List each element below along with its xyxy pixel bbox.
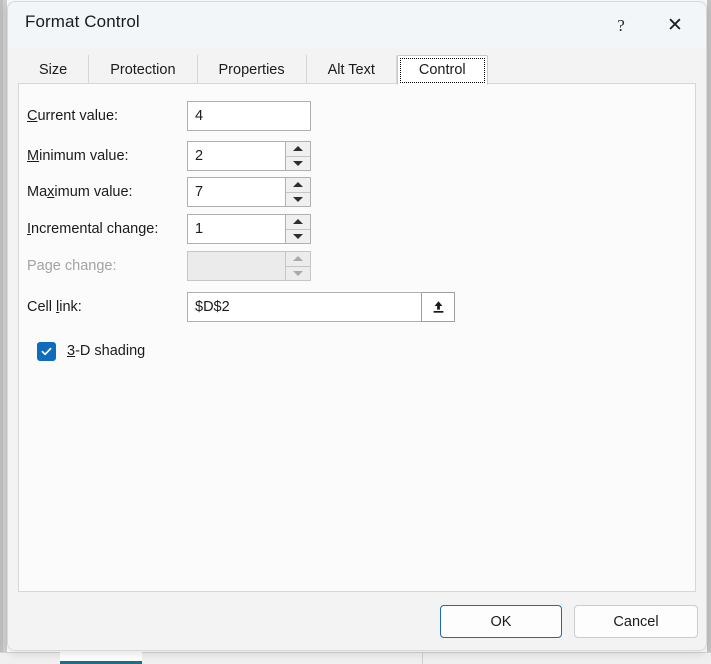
label-rest: -D shading: [75, 343, 146, 359]
input-value: 2: [195, 148, 204, 164]
spinner-up-button[interactable]: [286, 178, 310, 193]
input-current-value[interactable]: 4: [187, 101, 311, 131]
sheet-tab[interactable]: [142, 653, 213, 664]
accel-char: C: [27, 108, 38, 124]
chevron-down-icon: [293, 160, 303, 166]
spinner-down-button: [286, 267, 310, 281]
collapse-dialog-button[interactable]: [421, 292, 455, 322]
label-rest: imum value:: [54, 184, 133, 200]
input-cell-link[interactable]: $D$2: [187, 292, 455, 322]
tab-label: Alt Text: [327, 62, 375, 78]
input-page-change: [187, 251, 311, 281]
checkbox-box[interactable]: [37, 341, 56, 361]
label-incremental-change: Incremental change:: [27, 221, 187, 237]
control-tab-panel: Current value: 4 Minimum value: 2 Maximu…: [18, 83, 696, 592]
check-icon: [41, 347, 52, 355]
label-rest: ncremental change:: [31, 221, 159, 237]
sheet-tab[interactable]: [352, 653, 423, 664]
screen: Format Control ? ✕ Size Protection Prope…: [0, 0, 711, 664]
accel-char: M: [27, 148, 40, 164]
cancel-button[interactable]: Cancel: [574, 605, 698, 638]
tab-protection[interactable]: Protection: [89, 55, 198, 85]
chevron-up-icon: [293, 182, 303, 188]
worksheet-sheet-tab-bar: [0, 650, 711, 664]
label-pre: Ma: [27, 184, 48, 200]
chevron-down-icon: [293, 196, 303, 202]
tab-label: Properties: [218, 62, 285, 78]
row-minimum-value: Minimum value: 2: [27, 141, 311, 171]
row-incremental-change: Incremental change: 1: [27, 214, 311, 244]
label-rest: urrent value:: [37, 108, 119, 124]
chevron-down-icon: [293, 270, 303, 276]
spinner-maximum-value: [285, 177, 311, 207]
worksheet-right-edge: [707, 0, 711, 664]
input-maximum-value[interactable]: 7: [187, 177, 311, 207]
sheet-tab[interactable]: [282, 653, 353, 664]
label-minimum-value: Minimum value:: [27, 148, 187, 164]
help-button[interactable]: ?: [598, 2, 644, 48]
input-value: 4: [195, 108, 204, 124]
spinner-up-button[interactable]: [286, 142, 310, 157]
chevron-down-icon: [293, 233, 303, 239]
chevron-up-icon: [293, 256, 303, 262]
label-page-change: Page change:: [27, 258, 117, 274]
input-value: 1: [195, 221, 204, 237]
tab-properties[interactable]: Properties: [198, 55, 307, 85]
row-cell-link: Cell link: $D$2: [27, 292, 455, 322]
row-current-value: Current value: 4: [27, 101, 311, 131]
tab-strip: Size Protection Properties Alt Text Cont…: [18, 54, 488, 85]
close-icon: ✕: [667, 14, 683, 36]
sheet-tab-active[interactable]: [60, 650, 142, 664]
label-rest: ink:: [59, 299, 82, 315]
checkbox-3d-shading[interactable]: 3-D shading: [37, 340, 145, 362]
chevron-up-icon: [293, 219, 303, 225]
tab-label: Control: [418, 62, 466, 78]
checkbox-label: 3-D shading: [67, 343, 145, 359]
spinner-down-button[interactable]: [286, 157, 310, 171]
spinner-down-button[interactable]: [286, 193, 310, 207]
dialog-title: Format Control: [25, 12, 140, 31]
accel-char: 3: [67, 343, 76, 359]
input-value: $D$2: [195, 299, 230, 315]
label-rest: inimum value:: [39, 148, 129, 164]
sheet-tab[interactable]: [0, 653, 61, 664]
row-page-change: Page change:: [27, 251, 311, 281]
dialog-footer: OK Cancel: [8, 592, 706, 650]
tab-control[interactable]: Control: [396, 55, 488, 85]
tab-label: Size: [39, 62, 68, 78]
tab-size[interactable]: Size: [18, 55, 90, 85]
collapse-dialog-icon: [433, 300, 443, 313]
input-minimum-value[interactable]: 2: [187, 141, 311, 171]
tab-alt-text[interactable]: Alt Text: [307, 55, 397, 85]
close-button[interactable]: ✕: [652, 2, 698, 48]
dialog-titlebar: Format Control ? ✕: [8, 2, 706, 48]
label-cell-link: Cell link:: [27, 299, 187, 315]
label-current-value: Current value:: [27, 108, 187, 124]
worksheet-row-header-edge: [0, 0, 3, 664]
ok-button[interactable]: OK: [440, 605, 562, 638]
input-value: 7: [195, 184, 204, 200]
tab-label: Protection: [110, 62, 176, 78]
spinner-minimum-value: [285, 141, 311, 171]
spinner-up-button: [286, 252, 310, 267]
label-pre: Cell: [27, 299, 57, 315]
question-mark-icon: ?: [617, 15, 625, 35]
spinner-incremental-change: [285, 214, 311, 244]
spinner-down-button[interactable]: [286, 230, 310, 244]
label-maximum-value: Maximum value:: [27, 184, 187, 200]
spinner-page-change: [285, 251, 311, 281]
chevron-up-icon: [293, 146, 303, 152]
spinner-up-button[interactable]: [286, 215, 310, 230]
sheet-tab[interactable]: [212, 653, 283, 664]
format-control-dialog: Format Control ? ✕ Size Protection Prope…: [7, 1, 707, 651]
input-incremental-change[interactable]: 1: [187, 214, 311, 244]
row-maximum-value: Maximum value: 7: [27, 177, 311, 207]
